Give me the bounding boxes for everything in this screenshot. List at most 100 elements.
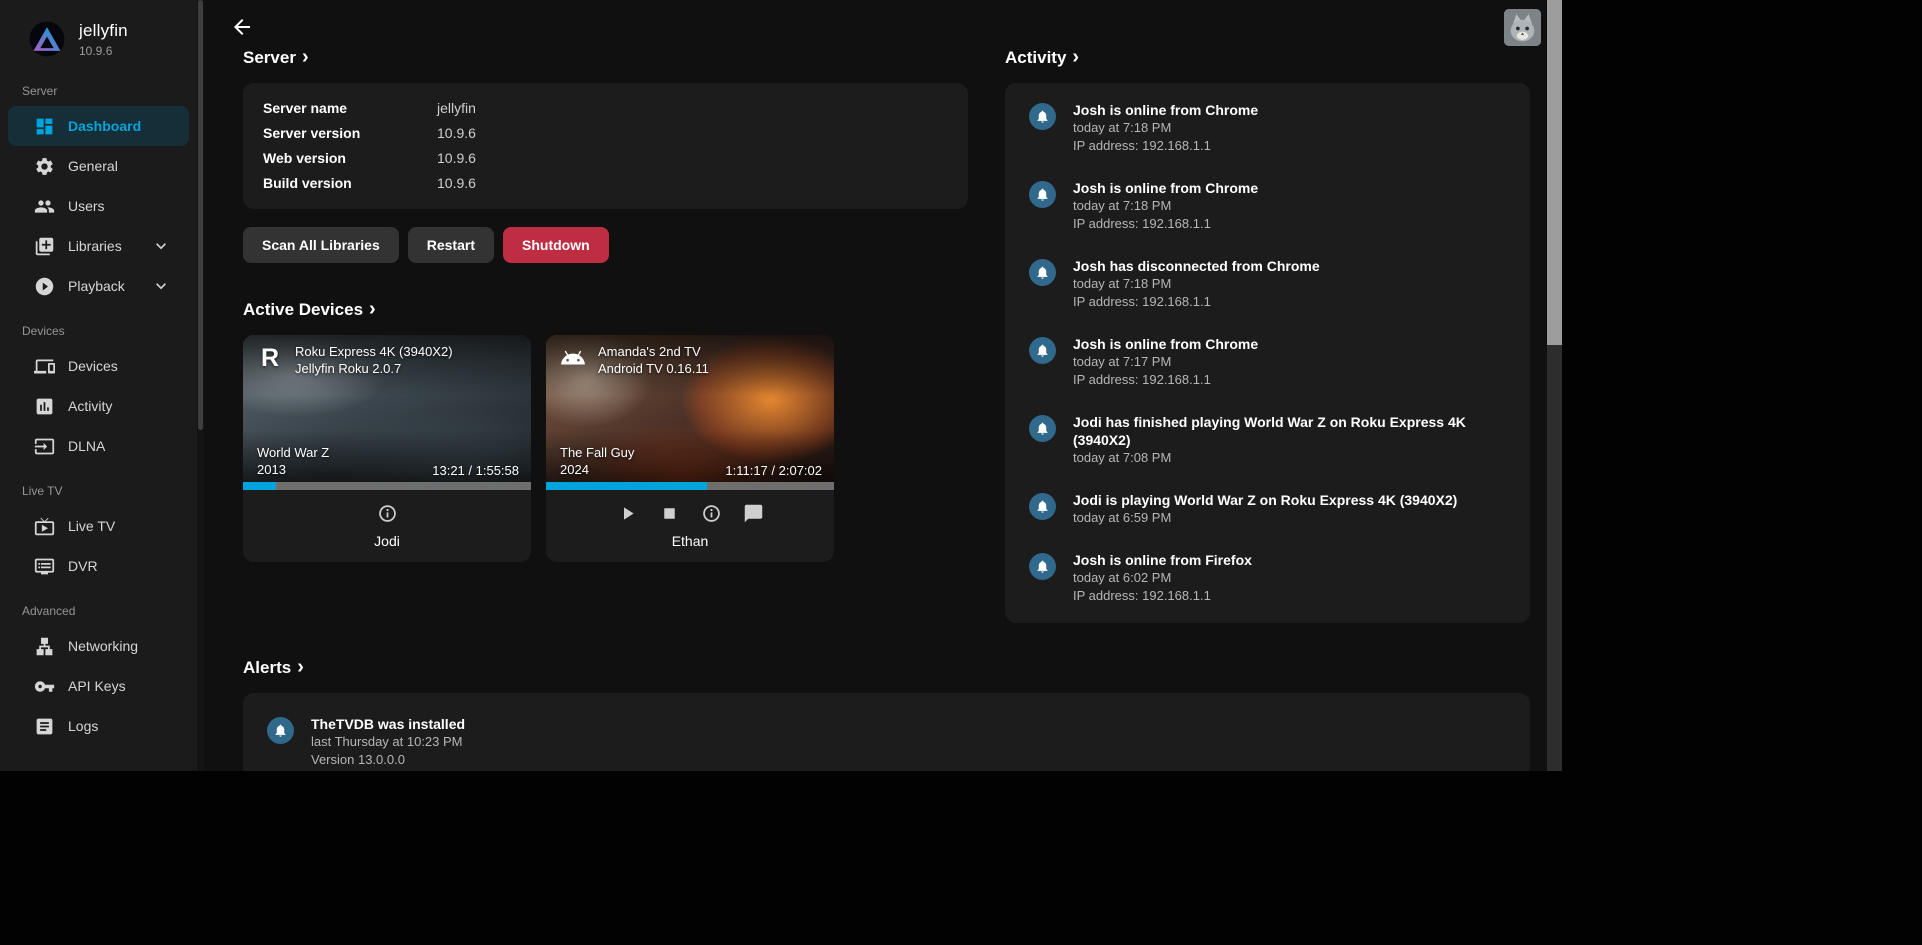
jellyfin-logo-icon	[28, 20, 66, 58]
activity-ip: IP address: 192.168.1.1	[1073, 137, 1258, 155]
app-logo-row[interactable]: jellyfin 10.9.6	[0, 0, 197, 66]
notification-bell-icon	[1029, 103, 1056, 130]
activity-item-text: Josh is online from Firefox today at 6:0…	[1073, 551, 1252, 605]
sidebar-scrollbar-thumb[interactable]	[198, 0, 203, 430]
server-info-row: Server name jellyfin	[263, 96, 948, 121]
network-icon	[34, 636, 55, 657]
alerts-section: Alerts › TheTVDB was installed last Thur…	[243, 658, 1530, 771]
main-area: Server › Server name jellyfin Server ver…	[204, 0, 1547, 771]
server-version-value: 10.9.6	[437, 121, 476, 146]
live-tv-icon	[34, 516, 55, 537]
activity-item[interactable]: Josh is online from Firefox today at 6:0…	[1005, 539, 1530, 617]
activity-panel: Josh is online from Chrome today at 7:18…	[1005, 83, 1530, 623]
back-button[interactable]	[230, 15, 254, 39]
sidebar-item-label: Networking	[68, 638, 138, 654]
activity-ip: IP address: 192.168.1.1	[1073, 371, 1258, 389]
sidebar-item-label: DVR	[68, 558, 98, 574]
session-user: Ethan	[546, 533, 834, 549]
sidebar-item-playback[interactable]: Playback	[8, 266, 189, 306]
activity-item[interactable]: Jodi is playing World War Z on Roku Expr…	[1005, 479, 1530, 539]
now-playing-year: 2013	[257, 461, 329, 478]
session-info-button[interactable]	[697, 503, 726, 524]
sidebar-section-advanced: Advanced	[0, 586, 197, 626]
sidebar-item-label: Users	[68, 198, 105, 214]
alert-item[interactable]: TheTVDB was installed last Thursday at 1…	[243, 703, 1530, 771]
scan-all-libraries-button[interactable]: Scan All Libraries	[243, 227, 399, 263]
now-playing-year: 2024	[560, 461, 634, 478]
alerts-section-link[interactable]: Alerts ›	[243, 658, 304, 678]
restart-button[interactable]: Restart	[408, 227, 494, 263]
sidebar-item-users[interactable]: Users	[8, 186, 189, 226]
build-version-value: 10.9.6	[437, 171, 476, 196]
activity-item[interactable]: Josh is online from Chrome today at 7:18…	[1005, 89, 1530, 167]
device-header: Amanda's 2nd TV Android TV 0.16.11	[546, 335, 834, 395]
server-section-link[interactable]: Server ›	[243, 48, 309, 68]
sidebar-section-devices: Devices	[0, 306, 197, 346]
sidebar-item-devices[interactable]: Devices	[8, 346, 189, 386]
chevron-right-icon: ›	[297, 660, 304, 674]
info-icon	[701, 503, 722, 524]
sidebar-item-label: Playback	[68, 278, 125, 294]
sidebar-item-dlna[interactable]: DLNA	[8, 426, 189, 466]
activity-item[interactable]: Josh is online from Chrome today at 7:18…	[1005, 167, 1530, 245]
server-section-title: Server	[243, 48, 296, 68]
activity-item[interactable]: Josh is online from Chrome today at 7:17…	[1005, 323, 1530, 401]
device-card-footer: Jodi	[243, 490, 531, 562]
play-icon	[617, 503, 638, 524]
chevron-right-icon: ›	[1072, 50, 1079, 64]
active-devices-section-link[interactable]: Active Devices ›	[243, 300, 376, 320]
notification-bell-icon	[267, 717, 294, 744]
notification-bell-icon	[1029, 493, 1056, 520]
activity-item[interactable]: Jodi has finished playing World War Z on…	[1005, 401, 1530, 479]
stop-button[interactable]	[655, 503, 684, 524]
sidebar-item-dvr[interactable]: DVR	[8, 546, 189, 586]
chevron-right-icon: ›	[302, 50, 309, 64]
server-info-row: Build version 10.9.6	[263, 171, 948, 196]
sidebar-item-live-tv[interactable]: Live TV	[8, 506, 189, 546]
server-info-row: Server version 10.9.6	[263, 121, 948, 146]
device-header-text: Roku Express 4K (3940X2) Jellyfin Roku 2…	[295, 343, 453, 377]
build-version-label: Build version	[263, 171, 437, 196]
session-info-button[interactable]	[373, 503, 402, 524]
notification-bell-icon	[1029, 181, 1056, 208]
notification-bell-icon	[1029, 553, 1056, 580]
sidebar-item-logs[interactable]: Logs	[8, 706, 189, 746]
sidebar-item-label: Libraries	[68, 238, 122, 254]
page-scrollbar-thumb[interactable]	[1547, 0, 1562, 345]
right-column: Activity › Josh is online from Chrome to…	[1005, 48, 1530, 623]
sidebar-item-label: Devices	[68, 358, 118, 374]
playback-position: 1:11:17 / 2:07:02	[725, 463, 822, 478]
alerts-section-title: Alerts	[243, 658, 291, 678]
sidebar-item-general[interactable]: General	[8, 146, 189, 186]
activity-time: today at 7:18 PM	[1073, 197, 1258, 215]
chevron-down-icon[interactable]	[151, 276, 171, 296]
sidebar-item-api-keys[interactable]: API Keys	[8, 666, 189, 706]
sidebar-item-libraries[interactable]: Libraries	[8, 226, 189, 266]
activity-time: today at 7:18 PM	[1073, 119, 1258, 137]
server-version-label: Server version	[263, 121, 437, 146]
user-avatar-button[interactable]	[1504, 9, 1541, 46]
activity-item[interactable]: Josh has disconnected from Chrome today …	[1005, 245, 1530, 323]
chevron-down-icon[interactable]	[151, 236, 171, 256]
sidebar-scrollbar	[197, 0, 204, 771]
now-playing-info: The Fall Guy 2024 1:11:17 / 2:07:02	[546, 430, 834, 482]
activity-section-link[interactable]: Activity ›	[1005, 48, 1079, 68]
dashboard-content: Server › Server name jellyfin Server ver…	[243, 48, 1530, 771]
key-icon	[34, 676, 55, 697]
play-pause-button[interactable]	[613, 503, 642, 524]
notification-bell-icon	[1029, 259, 1056, 286]
device-header-text: Amanda's 2nd TV Android TV 0.16.11	[598, 343, 709, 377]
chevron-right-icon: ›	[369, 302, 376, 316]
shutdown-button[interactable]: Shutdown	[503, 227, 609, 263]
send-message-button[interactable]	[739, 503, 768, 524]
sidebar-item-dashboard[interactable]: Dashboard	[8, 106, 189, 146]
sidebar-item-activity[interactable]: Activity	[8, 386, 189, 426]
activity-ip: IP address: 192.168.1.1	[1073, 587, 1252, 605]
screenshot-stage: jellyfin 10.9.6 Server Dashboard General…	[0, 0, 1922, 945]
sidebar-item-label: Live TV	[68, 518, 115, 534]
left-column: Server › Server name jellyfin Server ver…	[243, 48, 968, 623]
app-version: 10.9.6	[79, 44, 128, 58]
stop-icon	[659, 503, 680, 524]
roku-icon: R	[255, 343, 285, 377]
sidebar-item-networking[interactable]: Networking	[8, 626, 189, 666]
